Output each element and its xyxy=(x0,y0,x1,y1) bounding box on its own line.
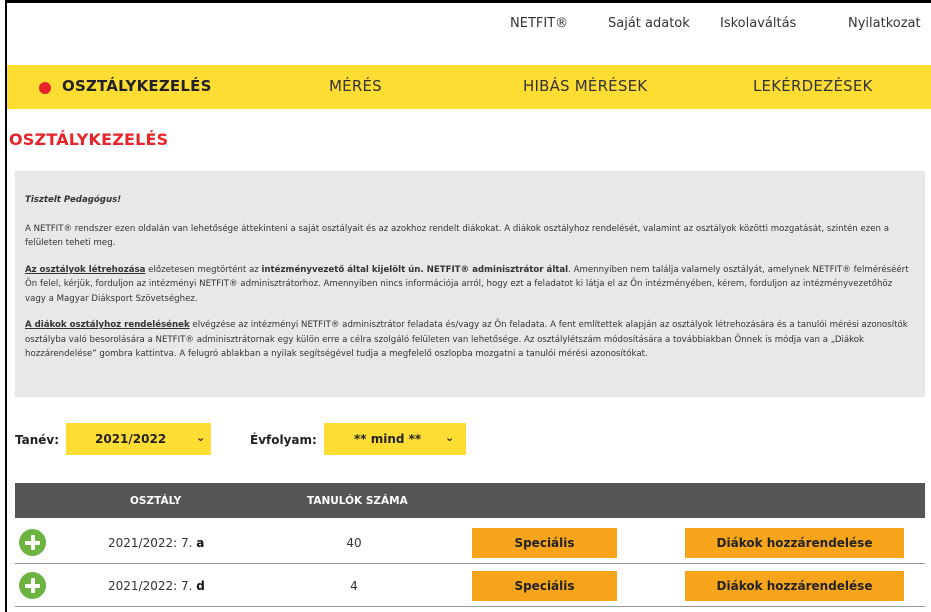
tanev-select-value: 2021/2022 xyxy=(95,432,167,446)
nav-osztalykezeles[interactable]: OSZTÁLYKEZELÉS xyxy=(62,77,212,95)
class-name: 2021/2022: 7. d xyxy=(108,579,205,593)
col-header-tanulok: TANULÓK SZÁMA xyxy=(307,495,408,507)
class-prefix: 2021/2022: 7. xyxy=(108,536,197,550)
class-letter: a xyxy=(196,536,205,550)
class-letter: d xyxy=(196,579,205,593)
top-navigation: NETFIT® Saját adatok Iskolaváltás Nyilat… xyxy=(0,10,931,38)
filters-bar: Tanév: 2021/2022 ⌄ Évfolyam: ** mind ** … xyxy=(0,423,931,457)
info-paragraph-3: A diákok osztályhoz rendelésének elvégzé… xyxy=(25,318,915,362)
student-count: 4 xyxy=(350,579,358,593)
class-prefix: 2021/2022: 7. xyxy=(108,579,197,593)
chevron-down-icon: ⌄ xyxy=(445,431,455,444)
main-navigation: OSZTÁLYKEZELÉS MÉRÉS HIBÁS MÉRÉSEK LEKÉR… xyxy=(7,65,931,109)
evfolyam-label: Évfolyam: xyxy=(250,433,317,447)
topnav-netfit-link[interactable]: NETFIT® xyxy=(510,16,568,31)
class-name: 2021/2022: 7. a xyxy=(108,536,204,550)
nav-lekerdezesek[interactable]: LEKÉRDEZÉSEK xyxy=(753,77,873,95)
table-row: 2021/2022: 7. a 40 Speciális Diákok hozz… xyxy=(15,522,925,564)
info-paragraph-1: A NETFIT® rendszer ezen oldalán van lehe… xyxy=(25,223,889,249)
topnav-nyilatkozat-link[interactable]: Nyilatkozat xyxy=(848,16,921,31)
evfolyam-select[interactable]: ** mind ** ⌄ xyxy=(324,423,466,455)
info-p2-title: Az osztályok létrehozása xyxy=(25,264,146,275)
topnav-sajat-adatok-link[interactable]: Saját adatok xyxy=(608,16,690,31)
info-box: Tisztelt Pedagógus! A NETFIT® rendszer e… xyxy=(15,171,925,397)
diakok-hozzarendelese-button[interactable]: Diákok hozzárendelése xyxy=(685,528,904,558)
info-p2-bold: intézményvezető által kijelölt ún. NETFI… xyxy=(261,264,569,275)
specialis-button[interactable]: Speciális xyxy=(472,571,617,601)
info-p2-text-a: előzetesen megtörtént az xyxy=(145,264,262,275)
table-row: 2021/2022: 7. d 4 Speciális Diákok hozzá… xyxy=(15,565,925,607)
active-indicator-dot xyxy=(39,82,51,94)
student-count: 40 xyxy=(346,536,362,550)
specialis-button[interactable]: Speciális xyxy=(472,528,617,558)
window-frame-top xyxy=(5,0,931,3)
topnav-iskolavaltas-link[interactable]: Iskolaváltás xyxy=(720,16,796,31)
diakok-hozzarendelese-button[interactable]: Diákok hozzárendelése xyxy=(685,571,904,601)
page-title: OSZTÁLYKEZELÉS xyxy=(9,130,169,149)
tanev-select[interactable]: 2021/2022 ⌄ xyxy=(66,423,211,455)
col-header-osztaly: OSZTÁLY xyxy=(130,495,182,507)
info-paragraph-2: Az osztályok létrehozása előzetesen megt… xyxy=(25,263,915,307)
plus-circle-icon[interactable] xyxy=(19,529,46,556)
chevron-down-icon: ⌄ xyxy=(196,431,206,444)
nav-hibas-meresek[interactable]: HIBÁS MÉRÉSEK xyxy=(523,77,647,95)
plus-circle-icon[interactable] xyxy=(19,572,46,599)
nav-meres[interactable]: MÉRÉS xyxy=(329,77,382,95)
tanev-label: Tanév: xyxy=(15,433,60,447)
table-header: OSZTÁLY TANULÓK SZÁMA xyxy=(15,483,925,518)
evfolyam-select-value: ** mind ** xyxy=(354,432,422,446)
info-p3-title: A diákok osztályhoz rendelésének xyxy=(25,320,190,330)
info-greeting: Tisztelt Pedagógus! xyxy=(25,195,122,205)
